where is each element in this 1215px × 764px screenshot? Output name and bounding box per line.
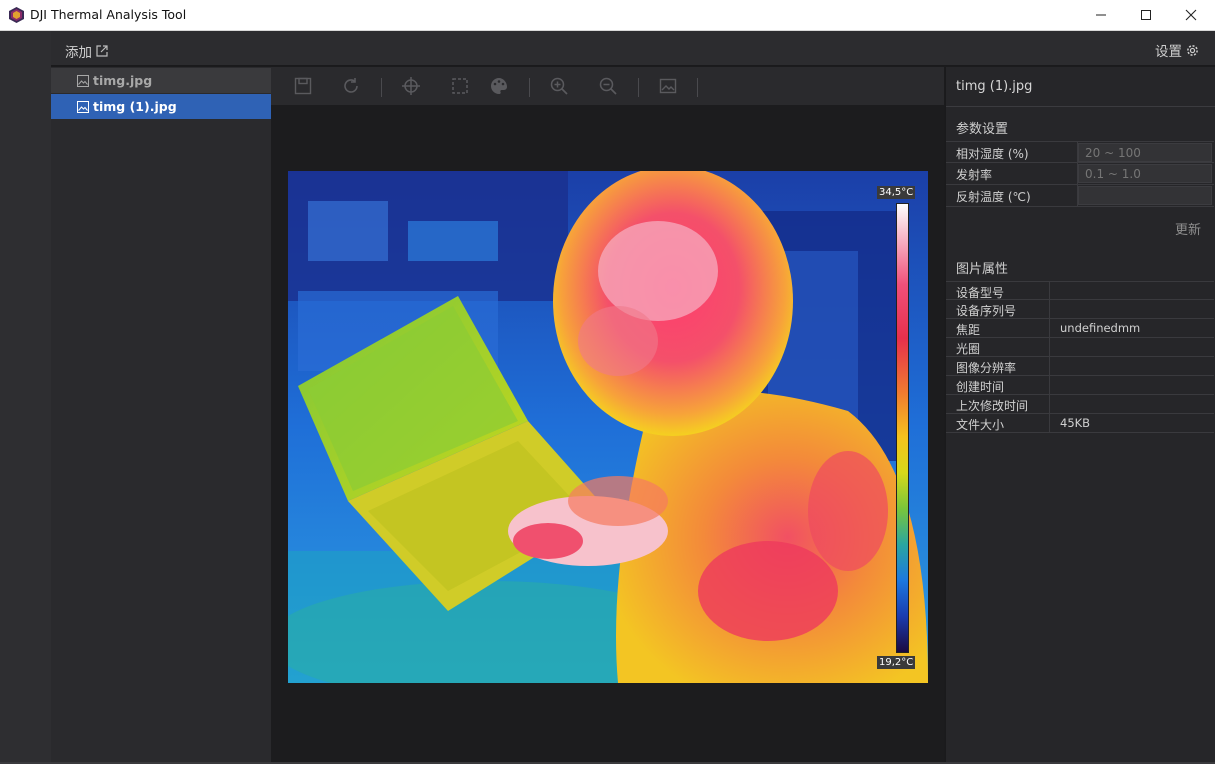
file-item-timg-1[interactable]: timg (1).jpg xyxy=(51,94,271,119)
toolbar-separator xyxy=(638,78,639,97)
top-bar: 添加 设置 xyxy=(51,31,1215,66)
props-table: 设备型号 设备序列号 焦距 undefinedmm 光圈 图像分辨率 创建时间 … xyxy=(946,281,1214,433)
column-divider xyxy=(1049,300,1050,319)
settings-button[interactable]: 设置 xyxy=(1155,40,1199,60)
gear-icon xyxy=(1187,44,1198,56)
column-divider xyxy=(1049,414,1050,433)
image-file-icon xyxy=(77,74,89,87)
left-strip xyxy=(0,31,51,764)
close-button[interactable] xyxy=(1168,0,1214,31)
add-label: 添加 xyxy=(65,45,92,61)
close-icon xyxy=(1185,9,1197,21)
zoom-in-icon[interactable] xyxy=(549,76,569,96)
prop-label: 图像分辨率 xyxy=(956,361,1017,375)
column-divider xyxy=(1049,338,1050,357)
params-table: 相对湿度 (%) 发射率 反射温度 (℃) xyxy=(946,141,1214,207)
scale-min-label: 19,2°C xyxy=(877,656,916,669)
app-window: DJI Thermal Analysis Tool 添加 设置 timg.jpg… xyxy=(0,0,1215,764)
prop-row: 焦距 undefinedmm xyxy=(946,319,1214,338)
save-icon[interactable] xyxy=(293,76,313,96)
file-name: timg (1).jpg xyxy=(93,99,177,114)
temperature-scale-bar xyxy=(896,203,909,653)
toolbar-separator xyxy=(697,78,698,97)
param-label: 反射温度 (℃) xyxy=(956,190,1031,204)
params-section-title: 参数设置 xyxy=(956,122,1009,137)
minimize-icon xyxy=(1096,14,1106,16)
column-divider xyxy=(1049,357,1050,376)
reflected-temp-input[interactable] xyxy=(1078,186,1212,205)
column-divider xyxy=(1049,395,1050,414)
prop-row: 创建时间 xyxy=(946,376,1214,395)
column-divider xyxy=(1049,282,1050,301)
prop-row: 文件大小 45KB xyxy=(946,414,1214,433)
maximize-icon xyxy=(1141,10,1151,20)
update-button[interactable]: 更新 xyxy=(1175,219,1201,238)
minimize-button[interactable] xyxy=(1078,0,1124,31)
emissivity-input[interactable] xyxy=(1078,164,1212,183)
param-label: 相对湿度 (%) xyxy=(956,147,1029,161)
app-logo-icon xyxy=(9,7,24,23)
external-link-icon xyxy=(96,45,108,57)
panel-file-title: timg (1).jpg xyxy=(956,79,1033,94)
param-row-emissivity: 发射率 xyxy=(946,163,1214,185)
properties-panel: timg (1).jpg 参数设置 相对湿度 (%) 发射率 反射温度 (℃) … xyxy=(945,67,1215,764)
image-file-icon xyxy=(77,100,89,113)
prop-row: 光圈 xyxy=(946,338,1214,357)
prop-label: 文件大小 xyxy=(956,418,1005,432)
add-button[interactable]: 添加 xyxy=(65,41,109,61)
rotate-icon[interactable] xyxy=(341,76,361,96)
prop-row: 设备序列号 xyxy=(946,300,1214,319)
settings-label: 设置 xyxy=(1155,44,1182,60)
box-select-icon[interactable] xyxy=(450,76,470,96)
thermal-picture xyxy=(288,171,928,683)
prop-row: 上次修改时间 xyxy=(946,395,1214,414)
scale-max-label: 34,5°C xyxy=(877,186,916,199)
file-list: timg.jpg timg (1).jpg xyxy=(51,67,271,764)
file-name: timg.jpg xyxy=(93,73,153,88)
props-section-title: 图片属性 xyxy=(956,262,1009,277)
thermal-image[interactable]: 34,5°C 19,2°C xyxy=(288,171,928,683)
image-canvas[interactable]: 34,5°C 19,2°C xyxy=(271,105,944,764)
toolbar-separator xyxy=(381,78,382,97)
prop-label: 创建时间 xyxy=(956,380,1005,394)
maximize-button[interactable] xyxy=(1123,0,1169,31)
humidity-input[interactable] xyxy=(1078,143,1212,162)
prop-row: 设备型号 xyxy=(946,281,1214,301)
toolbar-separator xyxy=(529,78,530,97)
panel-divider xyxy=(946,106,1215,107)
prop-label: 上次修改时间 xyxy=(956,399,1029,413)
title-bar: DJI Thermal Analysis Tool xyxy=(0,0,1215,31)
window-title: DJI Thermal Analysis Tool xyxy=(30,7,187,22)
prop-value: undefinedmm xyxy=(1060,321,1141,335)
param-label: 发射率 xyxy=(956,168,993,182)
column-divider xyxy=(1049,376,1050,395)
zoom-out-icon[interactable] xyxy=(598,76,618,96)
param-row-humidity: 相对湿度 (%) xyxy=(946,141,1214,164)
column-divider xyxy=(1049,319,1050,338)
image-icon[interactable] xyxy=(658,76,678,96)
file-item-timg[interactable]: timg.jpg xyxy=(51,68,271,93)
prop-value: 45KB xyxy=(1060,416,1091,430)
param-row-reflected-temp: 反射温度 (℃) xyxy=(946,185,1214,207)
crosshair-icon[interactable] xyxy=(401,76,421,96)
image-toolbar xyxy=(271,67,944,105)
prop-label: 焦距 xyxy=(956,323,981,337)
prop-label: 光圈 xyxy=(956,342,981,356)
palette-icon[interactable] xyxy=(489,76,509,96)
prop-label: 设备型号 xyxy=(956,286,1005,300)
prop-row: 图像分辨率 xyxy=(946,357,1214,376)
prop-label: 设备序列号 xyxy=(956,304,1017,318)
